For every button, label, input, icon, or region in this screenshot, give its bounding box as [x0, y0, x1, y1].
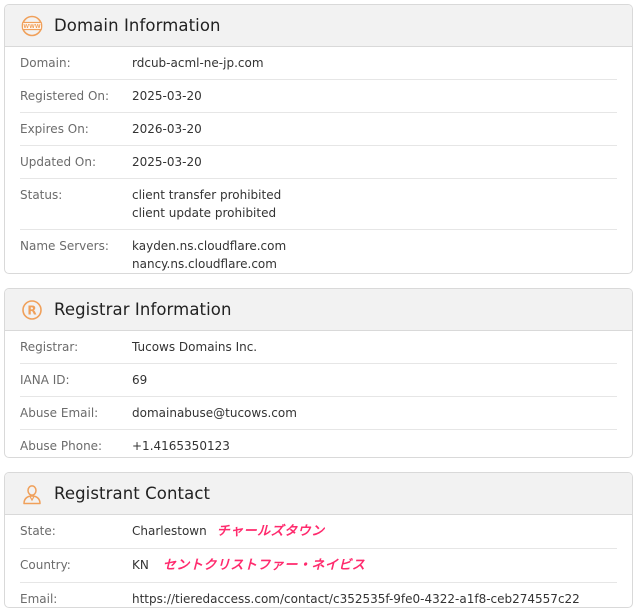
iana-id-value: 69 — [132, 373, 148, 387]
registrant-contact-header: Registrant Contact — [5, 473, 632, 515]
abuse-email-value: domainabuse@tucows.com — [132, 406, 297, 420]
name-server: kayden.ns.cloudflare.com — [132, 239, 287, 253]
domain-information-header: WWW Domain Information — [5, 5, 632, 47]
expires-on-value: 2026-03-20 — [132, 122, 202, 136]
updated-on-value: 2025-03-20 — [132, 155, 202, 169]
www-globe-icon: WWW — [21, 15, 43, 37]
status-value: client transfer prohibited client update… — [132, 186, 281, 222]
row-label: Expires On: — [20, 122, 89, 136]
row-label: Name Servers: — [20, 239, 109, 253]
row-label: Registrar: — [20, 340, 79, 354]
country-row: Country: KN セントクリストファー・ネイビス — [20, 549, 617, 583]
name-servers-row: Name Servers: kayden.ns.cloudflare.com n… — [20, 230, 617, 273]
svg-text:WWW: WWW — [23, 24, 40, 30]
domain-information-card: WWW Domain Information Domain: rdcub-acm… — [4, 4, 633, 274]
status-row: Status: client transfer prohibited clien… — [20, 179, 617, 230]
domain-information-title: Domain Information — [54, 16, 221, 35]
country-value: KN セントクリストファー・ネイビス — [132, 556, 365, 575]
email-row: Email: https://tieredaccess.com/contact/… — [20, 583, 617, 607]
row-label: Abuse Phone: — [20, 439, 103, 453]
registrar-information-header: R Registrar Information — [5, 289, 632, 331]
state-text: Charlestown — [132, 524, 207, 538]
registered-on-value: 2025-03-20 — [132, 89, 202, 103]
abuse-phone-row: Abuse Phone: +1.4165350123 — [20, 430, 617, 457]
country-translation-annotation: セントクリストファー・ネイビス — [162, 558, 366, 573]
name-server: nancy.ns.cloudflare.com — [132, 257, 277, 271]
registrant-contact-title: Registrant Contact — [54, 484, 211, 503]
state-row: State: Charlestown チャールズタウン — [20, 515, 617, 549]
row-label: Country: — [20, 558, 71, 572]
state-value: Charlestown チャールズタウン — [132, 522, 325, 541]
row-label: Updated On: — [20, 155, 96, 169]
expires-on-row: Expires On: 2026-03-20 — [20, 113, 617, 146]
registrar-information-card: R Registrar Information Registrar: Tucow… — [4, 288, 633, 458]
svg-text:R: R — [27, 303, 36, 317]
state-translation-annotation: チャールズタウン — [216, 524, 325, 539]
row-label: State: — [20, 524, 56, 538]
email-value: https://tieredaccess.com/contact/c352535… — [132, 592, 580, 606]
person-icon — [21, 483, 43, 505]
row-label: Status: — [20, 188, 63, 202]
domain-row: Domain: rdcub-acml-ne-jp.com — [20, 47, 617, 80]
country-text: KN — [132, 558, 149, 572]
registrar-information-title: Registrar Information — [54, 300, 232, 319]
status-line: client transfer prohibited — [132, 188, 282, 202]
abuse-email-row: Abuse Email: domainabuse@tucows.com — [20, 397, 617, 430]
registrar-value: Tucows Domains Inc. — [132, 340, 258, 354]
registrant-contact-card: Registrant Contact State: Charlestown チャー… — [4, 472, 633, 608]
registered-mark-icon: R — [21, 299, 43, 321]
name-servers-value: kayden.ns.cloudflare.com nancy.ns.cloudf… — [132, 237, 286, 273]
status-line: client update prohibited — [132, 206, 277, 220]
registrar-row: Registrar: Tucows Domains Inc. — [20, 331, 617, 364]
row-label: IANA ID: — [20, 373, 70, 387]
updated-on-row: Updated On: 2025-03-20 — [20, 146, 617, 179]
row-label: Abuse Email: — [20, 406, 99, 420]
row-label: Registered On: — [20, 89, 110, 103]
row-label: Domain: — [20, 56, 71, 70]
registered-on-row: Registered On: 2025-03-20 — [20, 80, 617, 113]
row-label: Email: — [20, 592, 58, 606]
abuse-phone-value: +1.4165350123 — [132, 439, 230, 453]
domain-value: rdcub-acml-ne-jp.com — [132, 56, 264, 70]
iana-id-row: IANA ID: 69 — [20, 364, 617, 397]
